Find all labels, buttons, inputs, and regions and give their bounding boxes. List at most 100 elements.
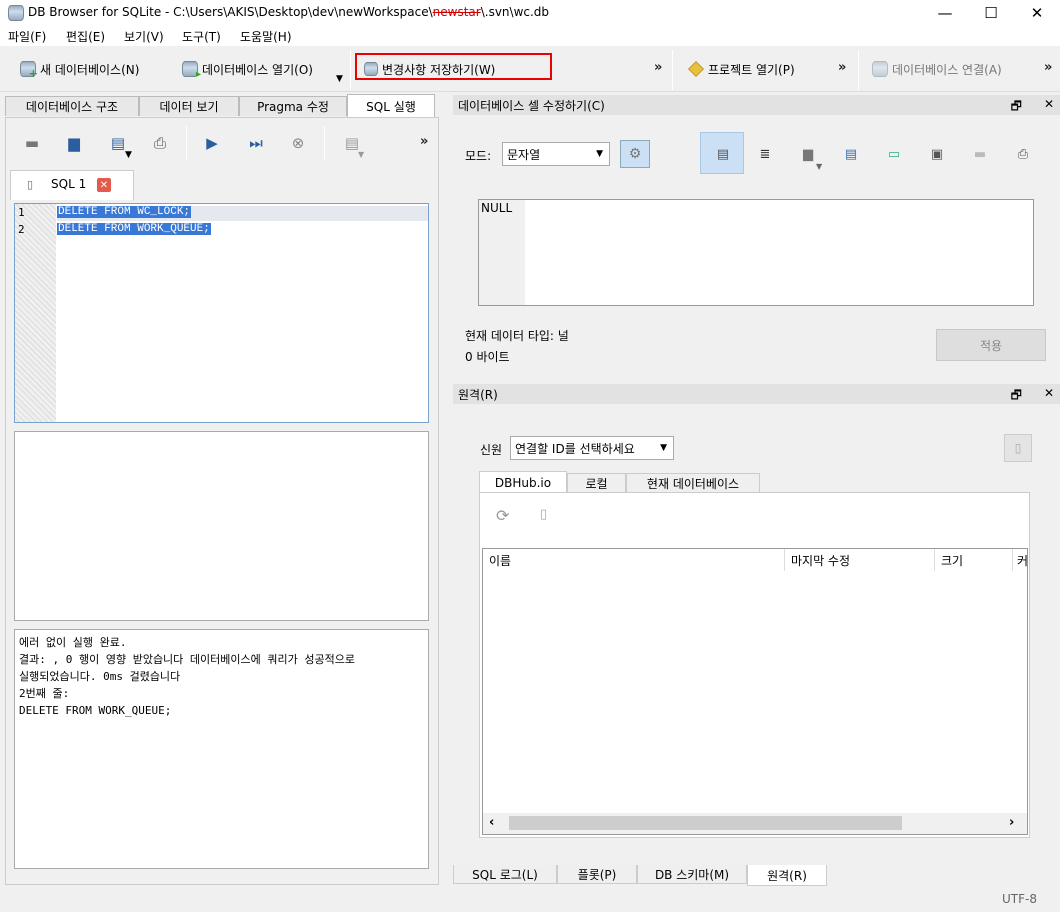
maximize-button[interactable]: ☐ [968, 0, 1014, 26]
toolbar-overflow-2[interactable]: » [838, 60, 846, 75]
open-database-label: 데이터베이스 열기(O) [202, 62, 313, 77]
document-icon: ▯ [27, 178, 34, 191]
app-icon [8, 5, 24, 21]
auto-format-gear-icon[interactable]: ⚙ [620, 140, 650, 168]
window-title: DB Browser for SQLite - C:\Users\AKIS\De… [28, 5, 550, 19]
scroll-left-icon[interactable]: ‹ [489, 815, 494, 830]
tab-database-structure[interactable]: 데이터베이스 구조 [5, 96, 139, 116]
menu-view[interactable]: 보기(V) [124, 28, 164, 45]
export-icon[interactable]: ▤ [839, 142, 863, 166]
new-database-label: 새 데이터베이스(N) [40, 62, 140, 77]
menu-bar: 파일(F) 편집(E) 보기(V) 도구(T) 도움말(H) [0, 26, 1060, 46]
attach-database-label: 데이터베이스 연결(A) [892, 62, 1002, 77]
minimize-button[interactable]: — [922, 0, 968, 26]
tab-browse-data[interactable]: 데이터 보기 [139, 96, 239, 116]
horizontal-scrollbar[interactable]: ‹ › [483, 813, 1027, 834]
sql-editor-tab[interactable]: ▯ SQL 1 ✕ [10, 170, 134, 200]
open-project-label: 프로젝트 열기(P) [708, 62, 795, 77]
float-dock-icon[interactable]: 🗗 [1011, 97, 1022, 118]
tab-edit-pragmas[interactable]: Pragma 수정 [239, 96, 347, 116]
open-tab-icon[interactable]: ▬ [20, 132, 44, 154]
menu-edit[interactable]: 편집(E) [66, 28, 105, 45]
import-dropdown-icon[interactable]: ▼ [816, 162, 822, 171]
tab-current-database[interactable]: 현재 데이터베이스 [626, 473, 760, 492]
results-grid[interactable] [14, 431, 429, 621]
apply-button[interactable]: 적용 [936, 329, 1046, 361]
sql-toolbar-overflow[interactable]: » [420, 134, 428, 149]
edit-cell-title: 데이터베이스 셀 수정하기(C) [458, 98, 605, 113]
save-results-dropdown-icon[interactable]: ▼ [358, 150, 364, 159]
identity-select[interactable]: 연결할 ID를 선택하세요 ▼ [510, 436, 674, 460]
line-number: 2 [18, 223, 25, 236]
word-wrap-icon[interactable]: ≣ [753, 142, 777, 166]
chevron-down-icon: ▼ [660, 443, 667, 453]
tab-remote[interactable]: 원격(R) [747, 865, 827, 886]
execute-all-icon[interactable]: ▶ [200, 132, 224, 154]
tab-dbhub[interactable]: DBHub.io [479, 471, 567, 493]
edit-cell-dock-title: 데이터베이스 셀 수정하기(C) 🗗 ✕ [453, 95, 1060, 115]
close-dock-icon[interactable]: ✕ [1044, 386, 1054, 407]
code-line[interactable]: DELETE FROM WORK_QUEUE; [57, 223, 211, 235]
code-line[interactable]: DELETE FROM WC_LOCK; [57, 206, 192, 218]
tab-db-schema[interactable]: DB 스키마(M) [637, 865, 747, 884]
clone-database-icon[interactable]: ▯ [540, 507, 547, 522]
line-number: 1 [18, 206, 25, 219]
toolbar-separator [672, 50, 673, 90]
open-database-button[interactable]: 데이터베이스 열기(O) [182, 58, 313, 80]
open-external-icon[interactable]: ▣ [925, 142, 949, 166]
menu-file[interactable]: 파일(F) [8, 28, 46, 45]
close-tab-icon[interactable]: ✕ [97, 178, 111, 192]
sql-editor[interactable]: 1 DELETE FROM WC_LOCK; 2 DELETE FROM WOR… [14, 203, 429, 423]
disabled-tool-icon[interactable]: ▬ [968, 142, 992, 166]
title-bar: DB Browser for SQLite - C:\Users\AKIS\De… [0, 0, 1060, 26]
print-cell-icon[interactable]: ⎙ [1011, 142, 1035, 166]
sql-toolbar-separator [186, 126, 187, 160]
remote-dock-title: 원격(R) 🗗 ✕ [453, 384, 1060, 404]
open-database-dropdown-icon[interactable]: ▼ [336, 74, 343, 84]
scroll-right-icon[interactable]: › [1009, 815, 1014, 830]
stop-execution-icon[interactable]: ⊗ [286, 132, 310, 154]
status-bar: UTF-8 [0, 887, 1060, 912]
scrollbar-thumb[interactable] [509, 816, 902, 830]
menu-tools[interactable]: 도구(T) [182, 28, 221, 45]
open-database-icon [182, 61, 201, 80]
open-project-button[interactable]: 프로젝트 열기(P) [688, 58, 795, 80]
tab-local[interactable]: 로컬 [567, 473, 626, 492]
open-sql-file-icon[interactable]: ▆ [62, 132, 86, 154]
column-header-last-modified[interactable]: 마지막 수정 [785, 549, 935, 571]
column-header-more[interactable]: 커 [1013, 549, 1027, 571]
message-line: 결과: , 0 행이 영향 받았습니다 데이터베이스에 쿼리가 성공적으로 [19, 653, 355, 666]
set-null-icon[interactable]: ▭ [882, 142, 906, 166]
close-button[interactable]: ✕ [1014, 0, 1060, 26]
remote-file-table[interactable]: 이름 마지막 수정 크기 커 ‹ › [482, 548, 1028, 835]
tab-plot[interactable]: 플롯(P) [557, 865, 637, 884]
identity-settings-icon[interactable]: ▯ [1004, 434, 1032, 462]
execution-message-area[interactable]: 에러 없이 실행 완료. 결과: , 0 행이 영향 받았습니다 데이터베이스에… [14, 629, 429, 869]
toolbar-separator [858, 50, 859, 90]
mode-label: 모드: [465, 149, 492, 163]
toolbar-overflow-3[interactable]: » [1044, 60, 1052, 75]
mode-value: 문자열 [507, 147, 541, 162]
project-icon [688, 61, 704, 77]
remote-title: 원격(R) [458, 387, 498, 402]
column-header-name[interactable]: 이름 [483, 549, 785, 571]
save-dropdown-icon[interactable]: ▼ [125, 150, 132, 160]
menu-help[interactable]: 도움말(H) [240, 28, 292, 45]
highlight-annotation [355, 53, 552, 80]
attach-database-icon [872, 61, 888, 77]
float-dock-icon[interactable]: 🗗 [1011, 386, 1022, 407]
chevron-down-icon: ▼ [596, 149, 603, 159]
column-header-size[interactable]: 크기 [935, 549, 1013, 571]
tab-execute-sql[interactable]: SQL 실행 [347, 94, 435, 118]
toolbar-overflow-1[interactable]: » [654, 60, 662, 75]
attach-database-button[interactable]: 데이터베이스 연결(A) [872, 58, 1002, 80]
refresh-icon[interactable]: ⟳ [496, 506, 509, 525]
tab-sql-log[interactable]: SQL 로그(L) [453, 865, 557, 884]
new-database-button[interactable]: 새 데이터베이스(N) [20, 58, 139, 80]
mode-select[interactable]: 문자열 ▼ [502, 142, 610, 166]
print-icon[interactable]: ⎙ [148, 132, 172, 154]
sql-toolbar-separator [324, 126, 325, 160]
close-dock-icon[interactable]: ✕ [1044, 97, 1054, 118]
cell-value-editor[interactable]: NULL [478, 199, 1034, 306]
execute-line-icon[interactable]: ⏭ [244, 132, 268, 154]
